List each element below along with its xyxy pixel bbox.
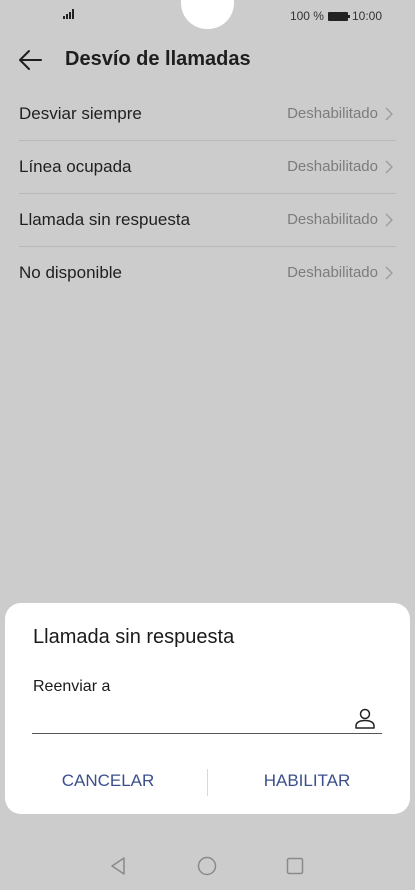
chevron-right-icon [385,213,393,227]
list-item-label: Desviar siempre [19,104,142,123]
list-item-no-answer[interactable]: Llamada sin respuesta Deshabilitado [19,194,396,247]
forward-to-label: Reenviar a [33,678,111,695]
list-item-always-forward[interactable]: Desviar siempre Deshabilitado [19,88,396,141]
nav-recents-icon[interactable] [283,854,307,878]
screen: 100 % 10:00 Desvío de llamadas Desviar s… [0,0,415,890]
enable-button[interactable]: HABILITAR [247,763,367,799]
action-divider [207,769,208,796]
status-right: 100 % 10:00 [290,9,382,23]
cancel-button[interactable]: CANCELAR [45,763,171,799]
contact-picker-icon[interactable] [353,706,377,730]
list-item-label: Línea ocupada [19,157,132,176]
list-item-unavailable[interactable]: No disponible Deshabilitado [19,247,396,300]
chevron-right-icon [385,160,393,174]
dialog-actions: CANCELAR HABILITAR [5,763,410,799]
list-item-line-busy[interactable]: Línea ocupada Deshabilitado [19,141,396,194]
list-item-status: Deshabilitado [287,158,378,175]
status-bar: 100 % 10:00 [0,0,415,34]
app-header: Desvío de llamadas [0,38,415,82]
battery-percent: 100 % [289,9,324,23]
battery-icon [327,11,350,21]
nav-back-icon[interactable] [106,854,130,878]
camera-notch [181,0,234,29]
signal-icon [63,9,77,19]
list-item-status: Deshabilitado [287,105,378,122]
chevron-right-icon [385,266,393,280]
list-item-label: No disponible [19,263,123,282]
back-arrow-icon[interactable] [17,47,43,73]
navigation-bar [0,845,415,887]
list-item-status: Deshabilitado [287,264,378,281]
forward-dialog: Llamada sin respuesta Reenviar a CANCELA… [5,603,410,814]
forwarding-list: Desviar siempre Deshabilitado Línea ocup… [19,88,396,300]
forward-number-input[interactable] [32,704,382,734]
list-item-status: Deshabilitado [287,211,378,228]
clock: 10:00 [351,9,382,23]
nav-home-icon[interactable] [195,854,219,878]
dialog-title: Llamada sin respuesta [33,626,235,648]
list-item-label: Llamada sin respuesta [19,210,191,229]
chevron-right-icon [385,107,393,121]
page-title: Desvío de llamadas [65,48,251,70]
